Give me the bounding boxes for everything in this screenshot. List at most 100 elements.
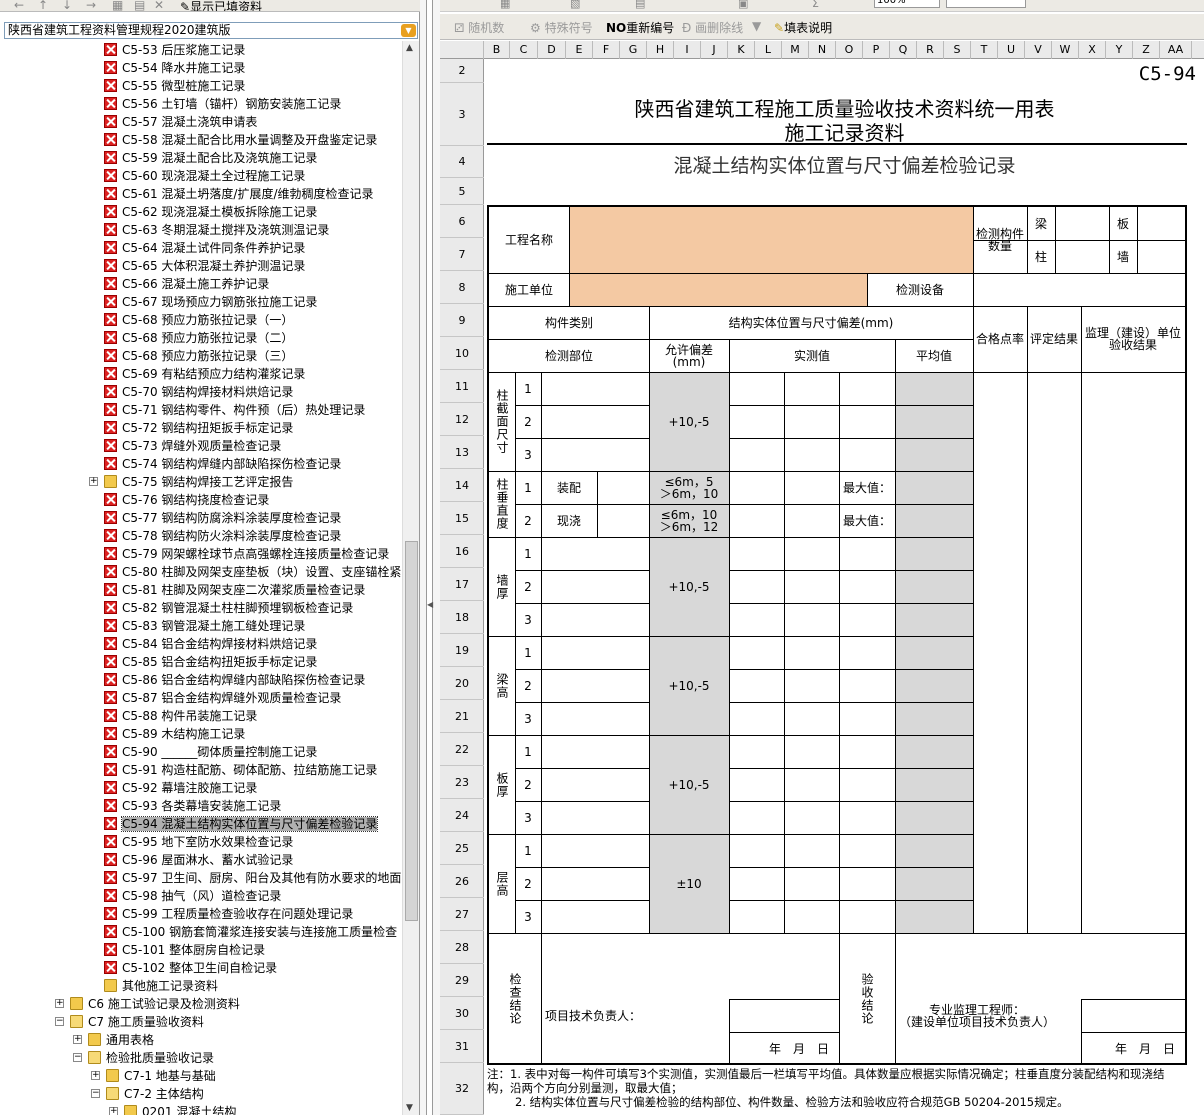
row-header[interactable]: 22 — [440, 733, 484, 766]
tree-item-form[interactable]: C5-76 钢结构挠度检查记录 — [104, 491, 269, 509]
row-header[interactable]: 16 — [440, 535, 484, 568]
expand-icon[interactable]: + — [89, 477, 98, 486]
equipment-input[interactable] — [973, 273, 1185, 306]
column-header[interactable]: I — [674, 41, 701, 59]
splitter-bar[interactable] — [426, 0, 433, 1115]
tree-item-form[interactable]: C5-55 微型桩施工记录 — [104, 77, 245, 95]
delete-icon[interactable]: ✕ — [154, 0, 164, 11]
column-header[interactable]: D — [538, 41, 566, 59]
row-header[interactable]: 5 — [440, 178, 484, 205]
scroll-thumb[interactable] — [405, 541, 418, 921]
column-header[interactable]: X — [1079, 41, 1106, 59]
tree-item-folder[interactable]: 其他施工记录资料 — [104, 977, 218, 995]
row-header[interactable]: 19 — [440, 634, 484, 667]
column-header[interactable]: F — [593, 41, 620, 59]
paint-icon[interactable]: ▧ — [570, 0, 580, 10]
column-header[interactable]: Z — [1133, 41, 1160, 59]
row-header[interactable]: 2 — [440, 59, 484, 83]
copy-icon[interactable]: ▤ — [134, 0, 145, 11]
tree-item-form[interactable]: C5-73 焊缝外观质量检查记录 — [104, 437, 281, 455]
format-icon[interactable]: ▦ — [500, 0, 510, 10]
expand-icon[interactable]: + — [91, 1071, 100, 1080]
tree-item-form[interactable]: C5-61 混凝土坍落度/扩展度/维勃稠度检查记录 — [104, 185, 374, 203]
column-header[interactable]: C — [510, 41, 538, 59]
tree-item-form[interactable]: C5-96 屋面淋水、蓄水试验记录 — [104, 851, 293, 869]
slab-count-input[interactable] — [1137, 207, 1185, 240]
column-header[interactable]: N — [809, 41, 836, 59]
tree-scrollbar[interactable]: ▲ ▼ — [402, 41, 419, 1115]
image-icon[interactable]: ▣ — [738, 0, 748, 10]
tree-item-folder[interactable]: C7 施工质量验收资料 — [70, 1013, 204, 1031]
tree-item-form[interactable]: C5-88 构件吊装施工记录 — [104, 707, 257, 725]
collapse-left-icon[interactable]: ◀ — [427, 600, 433, 609]
project-name-input[interactable] — [569, 207, 973, 273]
column-header[interactable]: Y — [1106, 41, 1133, 59]
tree-item-form[interactable]: C5-70 钢结构焊接材料烘焙记录 — [104, 383, 293, 401]
tree-item-form[interactable]: C5-64 混凝土试件同条件养护记录 — [104, 239, 305, 257]
tree-item-folder[interactable]: C7-2 主体结构 — [106, 1085, 204, 1103]
column-header[interactable]: W — [1052, 41, 1079, 59]
tree-item-form[interactable]: C5-63 冬期混凝土搅拌及浇筑测温记录 — [104, 221, 329, 239]
tree-item-form[interactable]: C5-68 预应力筋张拉记录（一） — [104, 311, 293, 329]
tree-item-form[interactable]: C5-85 铝合金结构扭矩扳手标定记录 — [104, 653, 317, 671]
row-header[interactable]: 3 — [440, 83, 484, 146]
column-header[interactable]: R — [917, 41, 944, 59]
tree-item-form[interactable]: C5-80 柱脚及网架支座垫板（块）设置、支座锚栓紧 — [104, 563, 401, 581]
beam-count-input[interactable] — [1055, 207, 1109, 240]
tree-item-form[interactable]: C5-95 地下室防水效果检查记录 — [104, 833, 293, 851]
column-header[interactable]: B — [484, 41, 510, 59]
collapse-icon[interactable]: − — [55, 1017, 64, 1026]
tree-item-form[interactable]: C5-90 ______砌体质量控制施工记录 — [104, 743, 317, 761]
panel-splitter[interactable]: ◀ — [420, 0, 440, 1115]
tree-item-folder[interactable]: 通用表格 — [88, 1031, 154, 1049]
arrow-left-icon[interactable]: ← — [14, 0, 24, 11]
tree-item-form[interactable]: C5-91 构造柱配筋、砌体配筋、拉结筋施工记录 — [104, 761, 377, 779]
tree-item-form[interactable]: C5-83 钢管混凝土施工缝处理记录 — [104, 617, 305, 635]
tree-item-folder[interactable]: C7-1 地基与基础 — [106, 1067, 216, 1085]
row-header[interactable]: 12 — [440, 403, 484, 436]
row-header[interactable]: 28 — [440, 931, 484, 964]
tree-item-form[interactable]: C5-87 铝合金结构焊缝外观质量检查记录 — [104, 689, 341, 707]
column-header[interactable]: O — [836, 41, 863, 59]
tree-item-form[interactable]: C5-59 混凝土配合比及浇筑施工记录 — [104, 149, 317, 167]
tree-item-form[interactable]: C5-84 铝合金结构焊接材料烘焙记录 — [104, 635, 317, 653]
tree-item-form[interactable]: C5-53 后压浆施工记录 — [104, 41, 245, 59]
arrow-up-icon[interactable]: ↑ — [38, 0, 48, 11]
column-header[interactable]: E — [566, 41, 593, 59]
tree-item-form[interactable]: C5-79 网架螺栓球节点高强螺栓连接质量检查记录 — [104, 545, 389, 563]
tree-item-form[interactable]: C5-67 现场预应力钢筋张拉施工记录 — [104, 293, 317, 311]
column-header[interactable]: AA — [1160, 41, 1192, 59]
tree-item-form[interactable]: C5-101 整体厨房自检记录 — [104, 941, 265, 959]
renumber-button[interactable]: NO重新编号 — [606, 19, 674, 36]
column-header[interactable]: S — [944, 41, 971, 59]
row-header[interactable]: 13 — [440, 436, 484, 469]
column-header[interactable]: P — [863, 41, 890, 59]
scroll-down-icon[interactable]: ▼ — [406, 1103, 413, 1113]
sum-icon[interactable]: Σ — [812, 0, 819, 10]
row-header[interactable]: 30 — [440, 997, 484, 1030]
row-header[interactable]: 9 — [440, 304, 484, 337]
column-header[interactable]: L — [755, 41, 782, 59]
tree-item-form[interactable]: C5-56 土钉墙（锚杆）钢筋安装施工记录 — [104, 95, 341, 113]
column-header[interactable]: U — [998, 41, 1025, 59]
row-header[interactable]: 26 — [440, 865, 484, 898]
row-header[interactable]: 15 — [440, 502, 484, 535]
save-icon[interactable]: ▤ — [635, 0, 645, 10]
tree-item-form[interactable]: C5-68 预应力筋张拉记录（三） — [104, 347, 293, 365]
tree-item-form[interactable]: C5-68 预应力筋张拉记录（二） — [104, 329, 293, 347]
tree-item-form[interactable]: C5-102 整体卫生间自检记录 — [104, 959, 277, 977]
row-header[interactable]: 21 — [440, 700, 484, 733]
collapse-icon[interactable]: − — [91, 1089, 100, 1098]
tree-item-form[interactable]: C5-77 钢结构防腐涂料涂装厚度检查记录 — [104, 509, 341, 527]
tree-item-form[interactable]: C5-99 工程质量检查验收存在问题处理记录 — [104, 905, 353, 923]
expand-icon[interactable]: + — [109, 1107, 118, 1115]
expand-icon[interactable]: + — [73, 1035, 82, 1044]
column-header[interactable]: K — [728, 41, 755, 59]
collapse-icon[interactable]: − — [73, 1053, 82, 1062]
tree-item-form[interactable]: C5-60 现浇混凝土全过程施工记录 — [104, 167, 305, 185]
row-header[interactable]: 23 — [440, 766, 484, 799]
tree-item-form[interactable]: C5-74 钢结构焊缝内部缺陷探伤检查记录 — [104, 455, 341, 473]
tree-item-form[interactable]: C5-62 现浇混凝土模板拆除施工记录 — [104, 203, 317, 221]
row-header[interactable]: 27 — [440, 898, 484, 931]
wall-count-input[interactable] — [1137, 240, 1185, 273]
